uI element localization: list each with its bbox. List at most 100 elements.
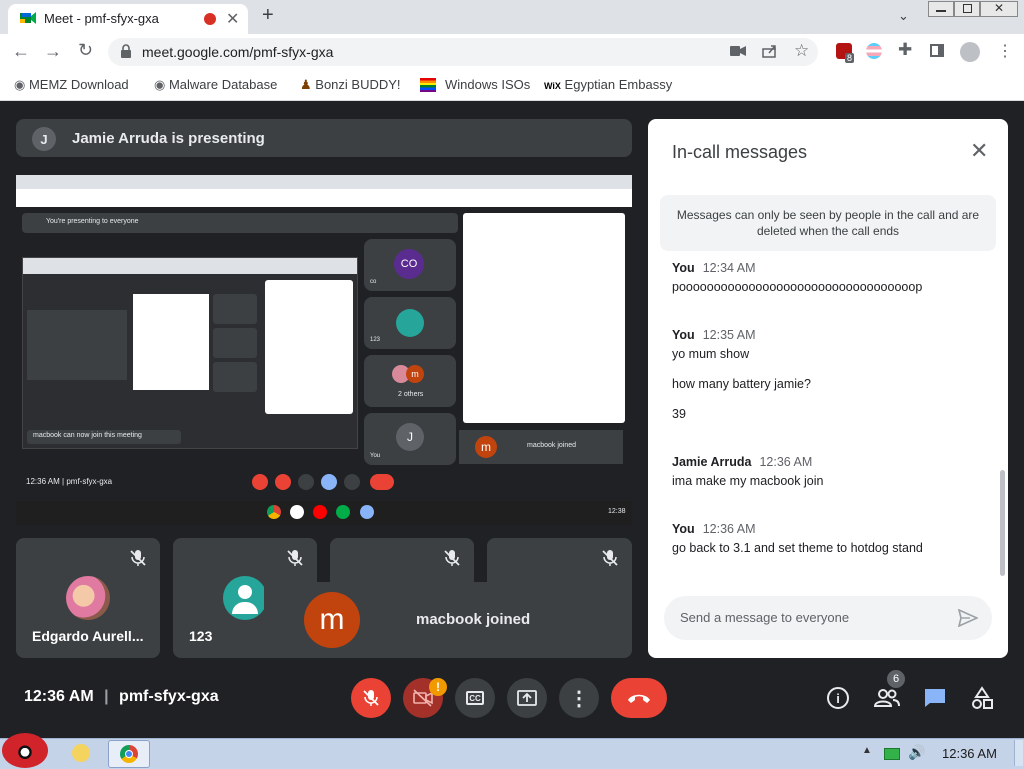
shared-blank-panel (463, 213, 625, 423)
mic-off-icon (444, 550, 460, 566)
present-screen-icon (517, 690, 537, 706)
message-header: You 12:34 AM (672, 261, 756, 275)
browser-tab[interactable]: Meet - pmf-sfyx-gxa ✕ (8, 4, 248, 34)
message-text: yo mum show (672, 347, 750, 361)
taskbar-chrome-button[interactable] (108, 740, 150, 768)
shared-toast: m macbook joined (459, 430, 623, 464)
others-label: 2 others (398, 391, 424, 398)
people-icon[interactable] (874, 688, 900, 708)
notice-text: Messages can only be seen by people in t… (676, 208, 980, 238)
bookmark-item[interactable]: WiX Egyptian Embassy (544, 77, 672, 92)
message-text: go back to 3.1 and set theme to hotdog s… (672, 541, 923, 555)
shared-tile-you: J You (364, 413, 456, 465)
taskbar-app-icon[interactable] (72, 744, 90, 762)
activities-icon[interactable] (970, 686, 994, 710)
recursive-tile (213, 328, 257, 358)
bookmark-item[interactable]: ◉ Malware Database (154, 77, 277, 93)
shared-leave-button (370, 474, 394, 490)
tray-expand-icon[interactable]: ▲ (862, 745, 872, 756)
shared-more-button (344, 474, 360, 490)
shared-tile-others: m 2 others (364, 355, 456, 407)
close-panel-icon[interactable]: ✕ (970, 138, 988, 164)
minimize-button[interactable] (928, 1, 954, 17)
back-arrow-icon[interactable]: ← (12, 41, 30, 62)
meeting-details-icon[interactable]: i (827, 687, 849, 709)
volume-icon[interactable]: 🔊 (908, 744, 925, 761)
browser-menu-icon[interactable]: ⋮ (997, 41, 1013, 61)
meeting-time: 12:36 AM (24, 688, 94, 705)
recursive-toast-text: macbook can now join this meeting (33, 432, 142, 439)
bookmark-item[interactable]: Windows ISOs (420, 77, 530, 92)
bookmark-item[interactable]: ◉ MEMZ Download (14, 77, 129, 93)
taskbar-clock[interactable]: 12:36 AM (942, 746, 997, 761)
bookmark-label: Windows ISOs (445, 77, 531, 92)
shared-toast-text: macbook joined (527, 442, 577, 449)
message-text: ima make my macbook join (672, 474, 824, 488)
lock-icon (121, 44, 131, 58)
mic-toggle-button[interactable] (351, 678, 391, 718)
shared-settings-icon (360, 505, 374, 519)
recursive-inner-panel (133, 294, 209, 390)
recursive-panel (265, 280, 353, 414)
url-text: meet.google.com/pmf-sfyx-gxa (142, 44, 334, 60)
message-text: how many battery jamie? (672, 377, 811, 391)
chrome-icon (120, 745, 138, 763)
shared-presenting-notice: You're presenting to everyone (46, 218, 139, 225)
show-desktop-button[interactable] (1014, 740, 1023, 766)
chat-icon[interactable] (924, 688, 946, 708)
message-sender: Jamie Arruda (672, 455, 752, 469)
participant-name: Edgardo Aurell... (32, 628, 144, 644)
extension-badge: 8 (845, 53, 855, 63)
shared-tile-123: 123 (364, 297, 456, 349)
tab-close-icon[interactable]: ✕ (226, 9, 239, 29)
camera-in-use-icon[interactable] (730, 45, 746, 57)
recursive-tile (213, 362, 257, 392)
mic-off-icon (130, 550, 146, 566)
forward-arrow-icon[interactable]: → (44, 41, 62, 62)
toast-avatar: m (304, 592, 360, 648)
bookmark-star-icon[interactable]: ☆ (794, 41, 809, 61)
profile-avatar-icon[interactable] (960, 42, 980, 62)
message-time: 12:34 AM (702, 261, 756, 275)
messages-scrollbar[interactable] (1000, 470, 1005, 576)
message-header: You 12:35 AM (672, 328, 756, 342)
send-icon[interactable] (958, 609, 978, 627)
message-sender: You (672, 261, 695, 275)
hang-up-icon (628, 694, 650, 703)
start-button-angry-bird-icon[interactable] (2, 733, 48, 768)
captions-button[interactable]: CC (455, 678, 495, 718)
shared-time-code: 12:36 AM | pmf-sfyx-gxa (26, 477, 113, 486)
leave-call-button[interactable] (611, 678, 667, 718)
shared-cc-button (298, 474, 314, 490)
tab-search-chevron-icon[interactable]: ⌄ (898, 8, 909, 24)
extensions-puzzle-icon[interactable]: ✚ (898, 40, 912, 60)
participant-name: 123 (189, 628, 213, 644)
participant-tile[interactable]: Edgardo Aurell... (16, 538, 160, 658)
battery-icon[interactable] (884, 748, 900, 760)
close-window-button[interactable]: ✕ (980, 1, 1018, 17)
message-time: 12:36 AM (702, 522, 756, 536)
side-panel-icon[interactable] (930, 44, 944, 57)
reload-icon[interactable]: ↻ (78, 40, 93, 61)
bookmark-item[interactable]: ♟ Bonzi BUDDY! (300, 77, 401, 93)
m-avatar: m (406, 365, 424, 383)
more-options-button[interactable]: ⋮ (559, 678, 599, 718)
new-tab-icon[interactable]: + (262, 4, 274, 27)
recursive-chrome (23, 258, 357, 274)
person-icon (396, 309, 424, 337)
recursive-screen: macbook can now join this meeting (22, 257, 358, 449)
tile-123-label: 123 (370, 337, 381, 343)
shared-chrome-icon (267, 505, 281, 519)
restore-button[interactable] (954, 1, 980, 17)
shared-toast-avatar: m (475, 436, 497, 458)
bonzi-icon: ♟ (300, 77, 312, 92)
shared-screen: You're presenting to everyone macbook ca… (16, 175, 632, 525)
camera-warning-badge: ! (429, 678, 447, 696)
panel-title: In-call messages (672, 142, 808, 162)
message-text: poooooooooooooooooooooooooooooooooop (672, 280, 923, 294)
present-button[interactable] (507, 678, 547, 718)
share-icon[interactable] (762, 44, 778, 58)
shared-clock: 12:38 (608, 508, 626, 515)
people-count-badge: 6 (887, 670, 905, 688)
extension-flag-icon[interactable] (866, 43, 882, 59)
